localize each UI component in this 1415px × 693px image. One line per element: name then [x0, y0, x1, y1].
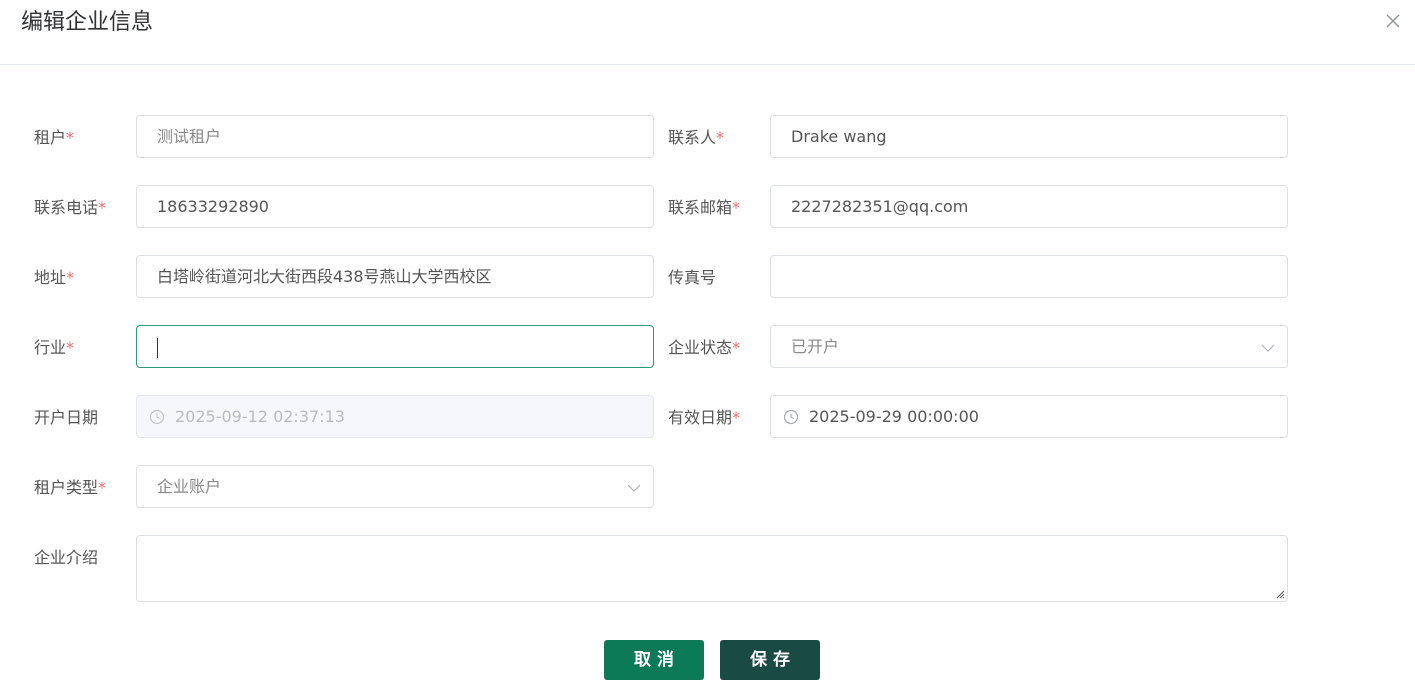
valid-date-label-text: 有效日期 [668, 408, 733, 427]
phone-field[interactable]: 18633292890 [136, 185, 654, 228]
industry-field[interactable] [136, 325, 654, 368]
valid-date-picker[interactable]: 2025-09-29 00:00:00 [770, 395, 1288, 438]
resize-grip-icon[interactable] [1275, 589, 1285, 599]
chevron-down-icon[interactable] [1261, 341, 1275, 355]
intro-label: 企业介绍 [34, 546, 98, 570]
open-date-label-text: 开户日期 [34, 408, 99, 427]
tenant-type-value: 企业账户 [157, 477, 222, 496]
required-mark: * [66, 338, 75, 357]
close-icon[interactable] [1384, 12, 1402, 30]
edit-enterprise-dialog: 编辑企业信息 租户* 测试租户 联系人* Drake wang 联系电话* 18… [0, 0, 1415, 693]
dialog-title: 编辑企业信息 [21, 10, 154, 35]
phone-label: 联系电话* [34, 196, 106, 220]
intro-textarea[interactable] [136, 535, 1288, 602]
open-date-value: 2025-09-12 02:37:13 [175, 407, 345, 426]
fax-label-text: 传真号 [668, 268, 717, 287]
tenant-label: 租户* [34, 126, 74, 150]
open-date-field: 2025-09-12 02:37:13 [136, 395, 654, 438]
chevron-down-icon[interactable] [627, 481, 641, 495]
address-value: 白塔岭街道河北大街西段438号燕山大学西校区 [157, 267, 492, 286]
valid-date-label: 有效日期* [668, 406, 740, 430]
clock-icon [149, 409, 165, 425]
contact-label: 联系人* [668, 126, 724, 150]
address-label-text: 地址 [34, 268, 67, 287]
address-field[interactable]: 白塔岭街道河北大街西段438号燕山大学西校区 [136, 255, 654, 298]
contact-label-text: 联系人 [668, 128, 717, 147]
required-mark: * [732, 408, 741, 427]
required-mark: * [98, 198, 107, 217]
tenant-field[interactable]: 测试租户 [136, 115, 654, 158]
required-mark: * [732, 198, 741, 217]
text-cursor [157, 337, 158, 358]
valid-date-value: 2025-09-29 00:00:00 [809, 407, 979, 426]
open-date-label: 开户日期 [34, 406, 98, 430]
fax-label: 传真号 [668, 266, 716, 290]
email-field[interactable]: 2227282351@qq.com [770, 185, 1288, 228]
tenant-type-select[interactable]: 企业账户 [136, 465, 654, 508]
contact-field[interactable]: Drake wang [770, 115, 1288, 158]
tenant-type-label-text: 租户类型 [34, 478, 99, 497]
required-mark: * [716, 128, 725, 147]
save-button[interactable]: 保存 [720, 640, 820, 680]
required-mark: * [66, 268, 75, 287]
industry-label: 行业* [34, 336, 74, 360]
clock-icon [783, 409, 799, 425]
tenant-value: 测试租户 [157, 127, 222, 146]
tenant-type-label: 租户类型* [34, 476, 106, 500]
header-divider [0, 64, 1415, 65]
status-label-text: 企业状态 [668, 338, 733, 357]
required-mark: * [98, 478, 107, 497]
address-label: 地址* [34, 266, 74, 290]
email-label: 联系邮箱* [668, 196, 740, 220]
status-value: 已开户 [791, 337, 840, 356]
phone-value: 18633292890 [157, 197, 269, 216]
contact-value: Drake wang [791, 127, 887, 146]
required-mark: * [732, 338, 741, 357]
required-mark: * [66, 128, 75, 147]
cancel-button[interactable]: 取消 [604, 640, 704, 680]
status-label: 企业状态* [668, 336, 740, 360]
email-value: 2227282351@qq.com [791, 197, 969, 216]
fax-field[interactable] [770, 255, 1288, 298]
phone-label-text: 联系电话 [34, 198, 99, 217]
tenant-label-text: 租户 [34, 128, 67, 147]
email-label-text: 联系邮箱 [668, 198, 733, 217]
status-select[interactable]: 已开户 [770, 325, 1288, 368]
intro-label-text: 企业介绍 [34, 548, 99, 567]
industry-label-text: 行业 [34, 338, 67, 357]
